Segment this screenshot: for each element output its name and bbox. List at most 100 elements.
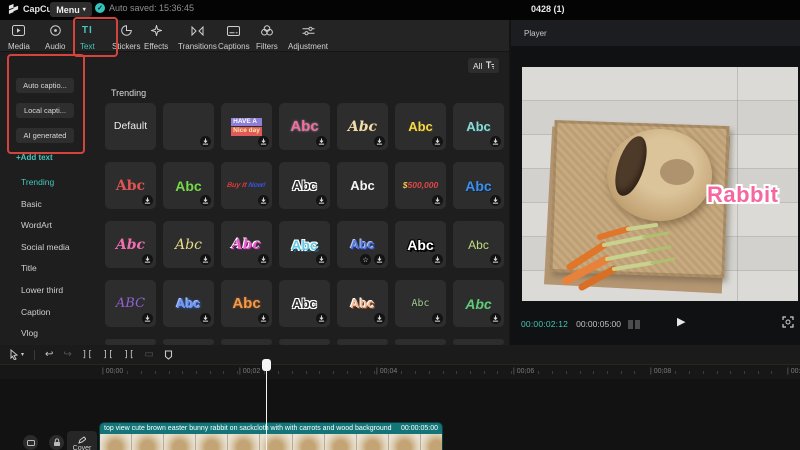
tab-filters[interactable]: Filters [256,22,278,51]
sidebar-category-trending[interactable]: Trending [21,177,54,187]
aspect-ratio-icon[interactable] [628,320,640,329]
text-style-tile[interactable]: Abc [453,162,504,209]
download-icon[interactable] [142,254,153,265]
menu-button[interactable]: Menu ▾ [50,2,92,17]
text-style-tile[interactable]: Abc [163,280,214,327]
text-style-tile[interactable]: Abc [279,221,330,268]
tab-media[interactable]: Media [8,22,30,51]
sidebar-item-local-capti-[interactable]: Local capti... [16,103,74,118]
download-icon[interactable] [374,254,385,265]
sidebar-item-ai-generated[interactable]: AI generated [16,128,74,143]
filter-all-button[interactable]: All [468,58,499,73]
download-icon[interactable] [258,195,269,206]
play-button[interactable]: ▶ [677,315,685,328]
playhead-handle[interactable] [262,359,271,371]
download-icon[interactable] [490,195,501,206]
download-icon[interactable] [316,313,327,324]
download-icon[interactable] [200,136,211,147]
text-style-tile[interactable]: Abc [337,103,388,150]
text-style-tile[interactable]: Abc [337,280,388,327]
download-icon[interactable] [316,195,327,206]
download-icon[interactable] [200,254,211,265]
download-icon[interactable] [432,195,443,206]
sidebar-item-add-text[interactable]: +Add text [16,153,53,162]
video-preview[interactable]: Rabbit [522,67,798,301]
redo-icon[interactable]: ↪ [63,350,71,360]
sidebar-category-lower-third[interactable]: Lower third [21,285,63,295]
text-style-tile[interactable]: Abc☆ [337,221,388,268]
tab-audio[interactable]: Audio [45,22,65,51]
text-style-tile[interactable]: Abc [221,221,272,268]
main-track-icon[interactable] [23,435,38,450]
tab-adjustment[interactable]: Adjustment [288,22,328,51]
tab-stickers[interactable]: Stickers [112,22,140,51]
text-style-tile[interactable]: $500,000 [395,162,446,209]
split-icon[interactable]: ][ [82,350,93,360]
download-icon[interactable] [374,136,385,147]
sidebar-category-wordart[interactable]: WordArt [21,220,52,230]
mark-flag-icon[interactable] [164,350,173,360]
text-style-tile[interactable]: Abc [337,162,388,209]
download-icon[interactable] [258,136,269,147]
tab-transitions[interactable]: Transitions [178,22,217,51]
download-icon[interactable] [142,313,153,324]
playhead-line[interactable] [266,361,267,450]
text-style-tile[interactable]: HAVE ANice day [221,103,272,150]
undo-icon[interactable]: ↩ [45,350,53,360]
rabbit-text-overlay[interactable]: Rabbit [707,182,778,208]
tab-effects[interactable]: Effects [144,22,168,51]
sidebar-category-vlog[interactable]: Vlog [21,328,38,338]
download-icon[interactable] [490,313,501,324]
delete-right-icon[interactable]: ][ [123,350,134,360]
sidebar-category-basic[interactable]: Basic [21,199,42,209]
download-icon[interactable] [316,136,327,147]
sidebar-item-auto-captio-[interactable]: Auto captio... [16,78,74,93]
text-style-tile[interactable]: Abc [279,280,330,327]
tab-text[interactable]: TIText [80,22,95,51]
download-icon[interactable] [432,136,443,147]
ruler-tick [210,371,211,374]
download-icon[interactable] [258,254,269,265]
download-icon[interactable] [490,254,501,265]
transitions-icon [191,24,204,37]
text-style-tile[interactable]: Abc [105,221,156,268]
download-icon[interactable] [200,313,211,324]
text-style-tile[interactable]: Abc [221,280,272,327]
text-style-tile[interactable]: Default [105,103,156,150]
sidebar-category-title[interactable]: Title [21,263,37,273]
crop-icon[interactable]: ▭ [144,350,153,360]
text-style-tile[interactable]: Abc [395,103,446,150]
text-style-tile[interactable]: Abc [163,162,214,209]
download-icon[interactable] [258,313,269,324]
text-style-tile[interactable]: Abc [163,221,214,268]
text-style-tile[interactable]: Buy It Now! [221,162,272,209]
download-icon[interactable] [432,254,443,265]
text-style-tile[interactable]: Abc [453,221,504,268]
text-style-tile[interactable]: Abc [395,221,446,268]
text-style-tile[interactable]: Abc [279,103,330,150]
download-icon[interactable] [316,254,327,265]
sidebar-category-social-media[interactable]: Social media [21,242,70,252]
download-icon[interactable] [432,313,443,324]
delete-left-icon[interactable]: ][ [103,350,114,360]
download-icon[interactable] [490,136,501,147]
text-style-tile[interactable]: Abc [105,162,156,209]
download-icon[interactable] [200,195,211,206]
select-tool-icon[interactable]: ▾ [10,349,24,360]
fullscreen-icon[interactable] [782,316,794,330]
favorite-star-icon[interactable]: ☆ [360,254,371,265]
video-clip[interactable]: top view cute brown easter bunny rabbit … [100,423,442,450]
download-icon[interactable] [142,195,153,206]
tab-captions[interactable]: Captions [218,22,250,51]
download-icon[interactable] [374,313,385,324]
text-style-tile[interactable]: Abc [395,280,446,327]
timeline-ruler[interactable]: | 00:00| 00:02| 00:04| 00:06| 00:08| 00:… [0,364,800,380]
lock-track-icon[interactable] [49,435,64,450]
text-style-tile[interactable] [163,103,214,150]
cover-button[interactable]: Cover [67,431,97,450]
text-style-tile[interactable]: Abc [453,280,504,327]
text-style-tile[interactable]: ABC [105,280,156,327]
text-style-tile[interactable]: Abc [279,162,330,209]
text-style-tile[interactable]: Abc [453,103,504,150]
sidebar-category-caption[interactable]: Caption [21,307,50,317]
